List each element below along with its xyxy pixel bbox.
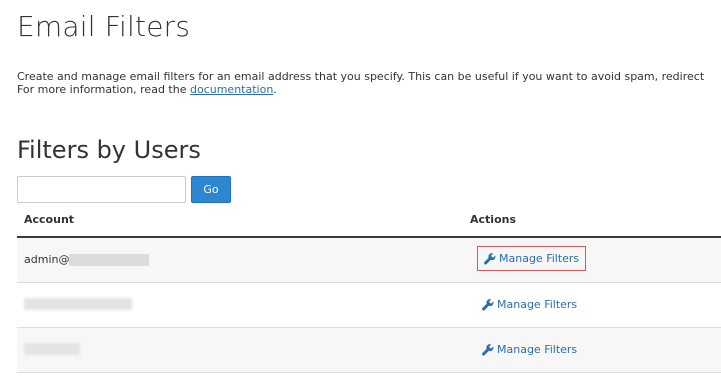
account-cell	[24, 298, 132, 310]
manage-filters-link[interactable]: Manage Filters	[482, 343, 577, 356]
column-header-account: Account	[24, 213, 75, 226]
redacted-block	[24, 298, 132, 310]
description-line-2: For more information, read the documenta…	[17, 83, 721, 96]
manage-filters-link[interactable]: Manage Filters	[482, 298, 577, 311]
description-suffix: .	[273, 83, 277, 96]
table-row: Manage Filters	[17, 283, 721, 328]
wrench-icon	[482, 343, 494, 356]
filters-table: Account Actions admin@ Manage Filters Ma…	[17, 208, 721, 373]
account-cell	[24, 343, 80, 355]
wrench-icon	[484, 252, 496, 265]
go-button[interactable]: Go	[191, 176, 231, 203]
page-description: Create and manage email filters for an e…	[17, 70, 721, 96]
section-title: Filters by Users	[17, 136, 201, 164]
search-input[interactable]	[17, 176, 186, 203]
table-row: admin@ Manage Filters	[17, 238, 721, 283]
manage-filters-label: Manage Filters	[497, 298, 578, 311]
description-prefix: For more information, read the	[17, 83, 190, 96]
wrench-icon	[482, 298, 494, 311]
documentation-link[interactable]: documentation	[190, 83, 273, 96]
manage-filters-link[interactable]: Manage Filters	[477, 246, 587, 271]
account-prefix: admin@	[24, 253, 70, 266]
manage-filters-label: Manage Filters	[497, 343, 578, 356]
table-header: Account Actions	[17, 208, 721, 238]
description-line-1: Create and manage email filters for an e…	[17, 70, 705, 83]
account-cell: admin@	[24, 253, 150, 266]
column-header-actions: Actions	[470, 213, 516, 226]
redacted-block	[24, 343, 80, 355]
table-row: Manage Filters	[17, 328, 721, 373]
manage-filters-label: Manage Filters	[499, 252, 580, 265]
redacted-block	[69, 253, 150, 266]
email-filters-page: Email Filters Create and manage email fi…	[0, 0, 721, 380]
page-title: Email Filters	[17, 10, 191, 43]
